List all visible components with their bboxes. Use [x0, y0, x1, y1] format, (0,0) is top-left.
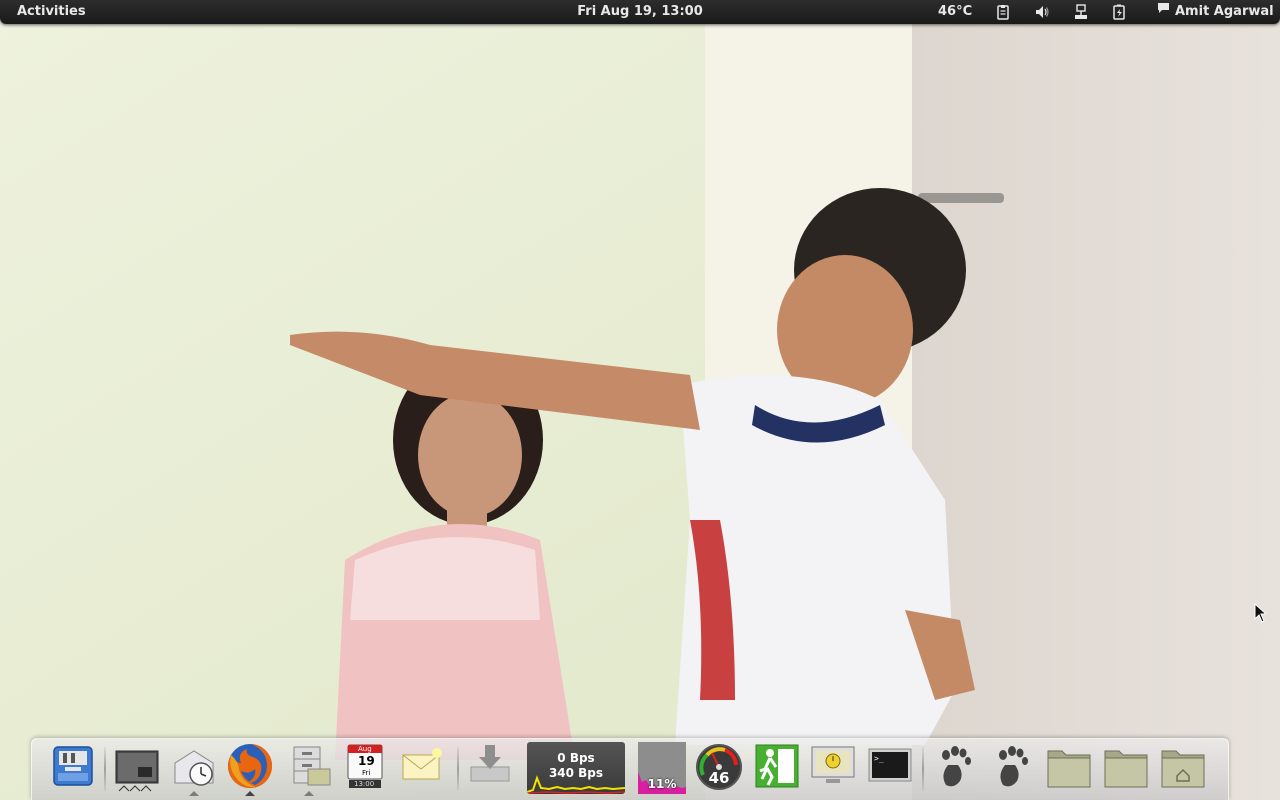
calendar-month: Aug — [358, 745, 372, 753]
cpu-monitor[interactable]: 11% — [638, 742, 686, 794]
dock-separator — [104, 747, 106, 791]
clipboard-icon[interactable] — [995, 4, 1011, 20]
folder-icon[interactable] — [1044, 741, 1094, 795]
calendar-day: 19 — [358, 754, 375, 768]
dock-separator — [922, 747, 924, 791]
clock-button[interactable]: Fri Aug 19, 13:00 — [577, 4, 703, 19]
temperature-indicator[interactable]: 46°C — [938, 0, 972, 24]
firefox-icon[interactable] — [225, 741, 275, 796]
workspace-switcher-icon[interactable] — [112, 741, 162, 795]
calendar-icon[interactable]: Aug 19 Fri 13:00 — [340, 741, 390, 795]
desktop-wallpaper — [0, 0, 1280, 800]
activities-button[interactable]: Activities — [17, 0, 86, 24]
dock-separator — [457, 747, 459, 791]
exit-icon[interactable] — [752, 741, 802, 795]
home-folder-icon[interactable] — [1158, 741, 1208, 795]
chat-status-icon — [1157, 0, 1170, 23]
system-settings-icon[interactable] — [48, 741, 98, 795]
folder-icon[interactable] — [1101, 741, 1151, 795]
network-icon[interactable] — [1073, 4, 1089, 20]
calendar-weekday: Fri — [362, 769, 371, 777]
dock: Aug 19 Fri 13:00 0 Bps 340 Bps 11% 46 >_ — [31, 738, 1229, 800]
terminal-icon[interactable]: >_ — [865, 741, 915, 795]
calendar-time: 13:00 — [354, 780, 375, 788]
mail-icon[interactable] — [397, 741, 447, 795]
time-sync-icon[interactable] — [169, 741, 219, 796]
volume-icon[interactable] — [1034, 4, 1050, 20]
gnome-foot-icon[interactable] — [930, 741, 980, 795]
user-menu[interactable]: Amit Agarwal — [1157, 0, 1274, 24]
network-monitor[interactable]: 0 Bps 340 Bps — [527, 742, 625, 794]
cpu-usage-value: 11% — [647, 777, 677, 791]
gnome-foot-icon[interactable] — [987, 741, 1037, 795]
top-panel: Activities Fri Aug 19, 13:00 46°C Amit A… — [0, 0, 1280, 24]
file-cabinet-icon[interactable] — [284, 741, 334, 796]
mouse-pointer-icon — [1254, 602, 1268, 623]
downloads-icon[interactable] — [465, 741, 515, 795]
gauge-value: 46 — [708, 769, 730, 787]
screensaver-icon[interactable] — [808, 741, 858, 795]
svg-text:>_: >_ — [874, 754, 884, 763]
user-name: Amit Agarwal — [1175, 4, 1274, 19]
battery-icon[interactable] — [1111, 4, 1127, 20]
net-graph — [527, 775, 625, 794]
